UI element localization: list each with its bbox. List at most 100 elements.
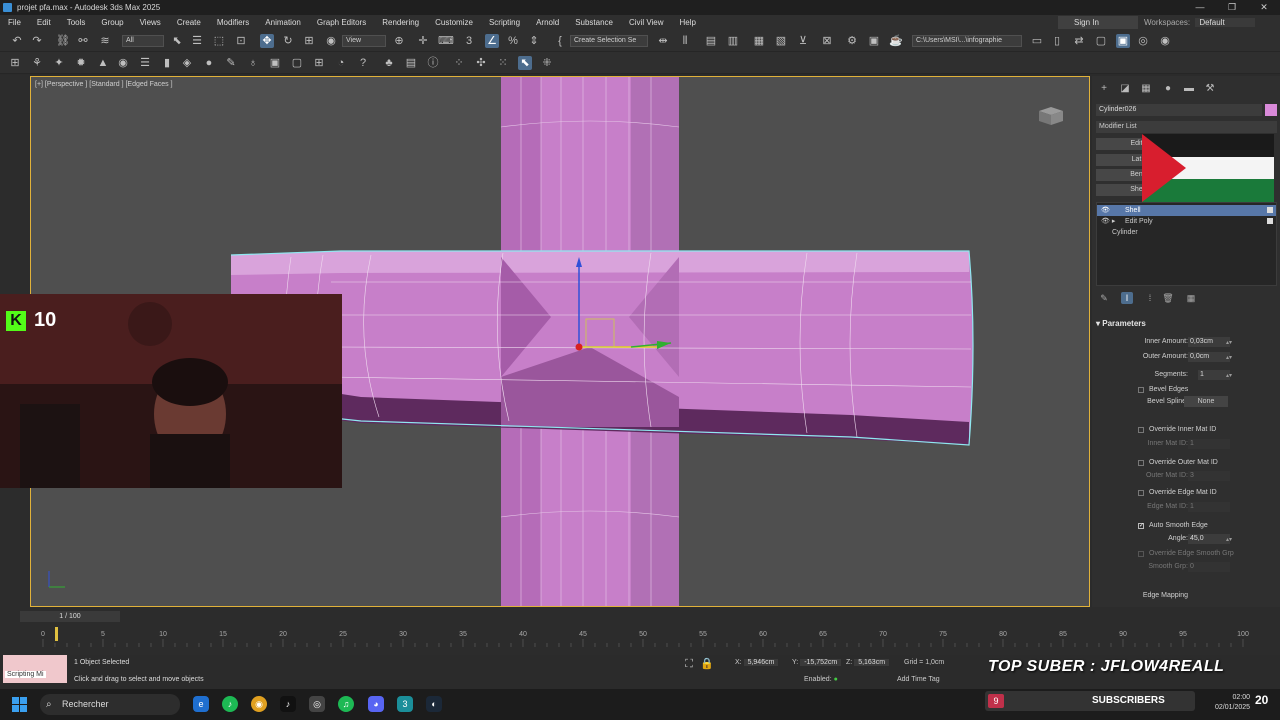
bevel-edges-checkbox[interactable]	[1138, 387, 1144, 393]
spinner-icon[interactable]: ▴▾	[1226, 352, 1232, 364]
asset-icon[interactable]: ▢	[1094, 34, 1108, 48]
render-setup-icon[interactable]: ⚙	[845, 34, 859, 48]
modify-tab-icon[interactable]: ◪	[1119, 83, 1131, 95]
bevel-spline-button[interactable]: None	[1184, 396, 1228, 407]
menu-civil-view[interactable]: Civil View	[621, 18, 672, 27]
menu-help[interactable]: Help	[672, 18, 704, 27]
sync-icon[interactable]: ⇄	[1072, 34, 1086, 48]
dots-icon[interactable]: ⁘	[452, 56, 466, 70]
stack-toggle-icon[interactable]	[1267, 218, 1273, 224]
paint-icon[interactable]: ✎	[224, 56, 238, 70]
add-time-tag[interactable]: Add Time Tag	[897, 676, 940, 683]
playhead[interactable]	[55, 627, 58, 641]
project-path-dropdown[interactable]: C:\Users\MSI\...\infographie	[912, 35, 1022, 47]
override-outer-checkbox[interactable]	[1138, 460, 1144, 466]
reference-coordinate-dropdown[interactable]: View	[342, 35, 386, 47]
discord-icon[interactable]: ◕	[368, 696, 384, 712]
edge-browser-icon[interactable]: e	[193, 696, 209, 712]
toggle-ribbon-icon[interactable]: ▦	[752, 34, 766, 48]
schematic-view-icon[interactable]: ⊻	[796, 34, 810, 48]
spinner-icon[interactable]: ▴▾	[1226, 534, 1232, 546]
isolate-icon[interactable]: ⛶	[682, 657, 696, 671]
windows-start-icon[interactable]	[12, 697, 28, 713]
menu-modifiers[interactable]: Modifiers	[209, 18, 257, 27]
select-by-name-icon[interactable]: ☰	[190, 34, 204, 48]
curve-editor-icon[interactable]: ▧	[774, 34, 788, 48]
spinner-icon[interactable]: ▴▾	[1226, 370, 1232, 382]
viewport-label[interactable]: [+] [Perspective ] [Standard ] [Edged Fa…	[35, 81, 173, 88]
display-tab-icon[interactable]: ▬	[1183, 83, 1195, 95]
render-production-icon[interactable]: ☕	[889, 34, 903, 48]
align-icon[interactable]: ⫴	[678, 34, 692, 48]
target-icon[interactable]: ◉	[1158, 34, 1172, 48]
workspace-toggle-icon[interactable]: ▣	[1116, 34, 1130, 48]
project-folder-icon[interactable]: ▭	[1030, 34, 1044, 48]
time-slider[interactable]: 1 / 100	[20, 611, 120, 622]
info-icon[interactable]: ⓘ	[426, 56, 440, 70]
window-crossing-icon[interactable]: ⊡	[234, 34, 248, 48]
show-end-result-icon[interactable]: I	[1121, 292, 1133, 304]
z-coordinate[interactable]: Z: 5,163cm	[846, 659, 890, 666]
obs-icon[interactable]: ◎	[309, 696, 325, 712]
sun-icon[interactable]: ✹	[74, 56, 88, 70]
mirror-icon[interactable]: ⇹	[656, 34, 670, 48]
taskbar-search[interactable]: ⌕ Rechercher	[40, 694, 180, 715]
spotify-icon[interactable]: ♪	[222, 696, 238, 712]
grid-icon[interactable]: ⊞	[312, 56, 326, 70]
cone-icon[interactable]: ▲	[96, 56, 110, 70]
graphite-icon[interactable]: ⚘	[30, 56, 44, 70]
timeline-track[interactable]: 0 5 10 15 20 25 30 35 40 45 50 55 60 65 70 75 80 85 90 95 10…	[40, 627, 1250, 651]
auto-smooth-checkbox[interactable]: ✓	[1138, 523, 1144, 529]
object-name-field[interactable]: Cylinder026	[1096, 104, 1262, 116]
workspaces-value[interactable]: Default	[1195, 18, 1255, 27]
unlink-icon[interactable]: ⚯	[76, 34, 90, 48]
inner-mat-input[interactable]: 1	[1188, 439, 1230, 449]
stack-item-edit-poly[interactable]: 👁 ▸ Edit Poly	[1097, 216, 1276, 227]
menu-customize[interactable]: Customize	[427, 18, 481, 27]
scene-explorer-icon[interactable]: ▤	[704, 34, 718, 48]
doc-icon[interactable]: ▤	[404, 56, 418, 70]
spinner-snap-icon[interactable]: ⇕	[527, 34, 541, 48]
x-coordinate[interactable]: X: 5,946cm	[735, 659, 779, 666]
create-tab-icon[interactable]: +	[1098, 83, 1110, 95]
stack-item-shell[interactable]: 👁 Shell	[1097, 205, 1276, 216]
menu-views[interactable]: Views	[132, 18, 169, 27]
light-icon[interactable]: ✦	[52, 56, 66, 70]
select-object-icon[interactable]: ⬉	[170, 34, 184, 48]
select-and-move-icon[interactable]: ✥	[260, 34, 274, 48]
chrome-icon[interactable]: ◉	[251, 696, 267, 712]
stack-item-cylinder[interactable]: Cylinder	[1097, 227, 1276, 238]
move-dots-icon[interactable]: ✣	[474, 56, 488, 70]
menu-substance[interactable]: Substance	[567, 18, 621, 27]
layer-manager-icon[interactable]: ⊞	[8, 56, 22, 70]
motion-tab-icon[interactable]: ●	[1162, 83, 1174, 95]
layer-explorer-icon[interactable]: ▥	[726, 34, 740, 48]
tree-icon[interactable]: ♣	[382, 56, 396, 70]
tiktok-icon[interactable]: ♪	[280, 696, 296, 712]
rendered-frame-icon[interactable]: ▣	[867, 34, 881, 48]
eye-icon[interactable]: 👁 ▸	[1101, 216, 1115, 227]
selection-filter-dropdown[interactable]: All	[122, 35, 164, 47]
bind-spacewarp-icon[interactable]: ≋	[98, 34, 112, 48]
override-inner-checkbox[interactable]	[1138, 427, 1144, 433]
spinner-icon[interactable]: ▴▾	[1226, 337, 1232, 349]
menu-create[interactable]: Create	[169, 18, 209, 27]
maxscript-listener[interactable]: Scripting Mi	[3, 655, 67, 683]
inner-amount-input[interactable]: 0,03cm	[1188, 337, 1230, 347]
light-bulb-icon[interactable]: ♁	[246, 56, 260, 70]
hierarchy-tab-icon[interactable]: ▦	[1140, 83, 1152, 95]
frame-icon[interactable]: ▢	[290, 56, 304, 70]
edit-named-selection-icon[interactable]: {	[553, 34, 567, 48]
outer-mat-input[interactable]: 3	[1188, 471, 1230, 481]
sphere-icon[interactable]: ●	[202, 56, 216, 70]
override-edge-smooth-checkbox[interactable]	[1138, 551, 1144, 557]
pivot-center-icon[interactable]: ⊕	[392, 34, 406, 48]
workspaces-selector[interactable]: Workspaces: Default	[1144, 16, 1255, 29]
file-icon[interactable]: ▮	[160, 56, 174, 70]
scatter-icon[interactable]: ⁙	[496, 56, 510, 70]
lock-icon[interactable]: 🔒	[700, 657, 714, 671]
sign-in-button[interactable]: Sign In	[1058, 16, 1138, 29]
snaps-toggle-icon[interactable]: 3	[462, 34, 476, 48]
taskbar-clock[interactable]: 02:00 02/01/2025	[1215, 693, 1250, 713]
question-icon[interactable]: ?	[356, 56, 370, 70]
